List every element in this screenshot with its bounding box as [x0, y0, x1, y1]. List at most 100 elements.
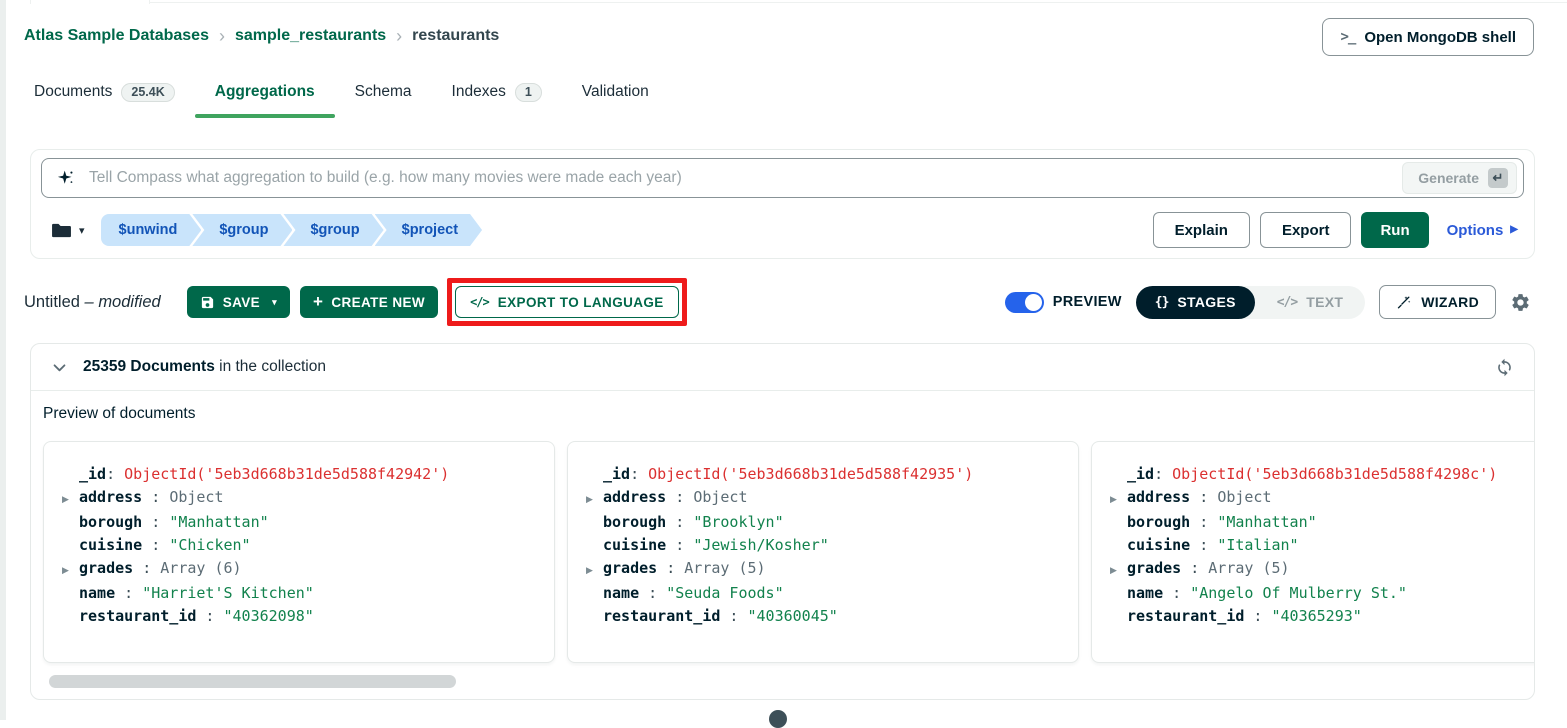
code-icon: </> [1277, 295, 1297, 310]
documents-count-rest: in the collection [215, 358, 326, 375]
field-value: "Manhattan" [169, 513, 268, 531]
wizard-button[interactable]: WIZARD [1379, 285, 1496, 319]
horizontal-scrollbar[interactable] [49, 675, 456, 688]
field-key: grades [1127, 559, 1181, 577]
save-label: SAVE [223, 295, 260, 310]
field-key: borough [1127, 513, 1190, 531]
generate-button[interactable]: Generate ↵ [1402, 162, 1517, 194]
field-value: "Italian" [1217, 536, 1298, 554]
field-separator: : [1181, 559, 1208, 577]
export-to-language-button[interactable]: </> EXPORT TO LANGUAGE [455, 286, 679, 318]
field-key: address [1127, 488, 1190, 506]
generate-label: Generate [1418, 170, 1479, 186]
breadcrumb-item-restaurants[interactable]: restaurants [412, 27, 499, 45]
document-field-row: ▶address : Object [1110, 486, 1535, 511]
create-new-button[interactable]: + CREATE NEW [300, 286, 438, 318]
field-separator: : [142, 513, 169, 531]
tab-label: Schema [355, 83, 412, 101]
expand-caret-icon[interactable]: ▶ [1110, 559, 1127, 582]
refresh-icon[interactable] [1495, 358, 1514, 377]
terminal-icon: >_ [1340, 29, 1355, 45]
expand-caret-icon[interactable]: ▶ [62, 488, 79, 511]
open-mongodb-shell-button[interactable]: >_ Open MongoDB shell [1322, 18, 1534, 56]
stages-segment-label: STAGES [1177, 294, 1235, 310]
document-card: _id: ObjectId('5eb3d668b31de5d588f4298c'… [1091, 441, 1535, 663]
expand-caret-icon[interactable]: ▶ [586, 559, 603, 582]
field-separator: : [666, 536, 693, 554]
field-key: _id [603, 465, 630, 483]
field-value: ObjectId('5eb3d668b31de5d588f42942') [124, 465, 449, 483]
breadcrumb-separator-icon: › [219, 27, 225, 45]
field-key: cuisine [79, 536, 142, 554]
scroll-indicator[interactable] [769, 710, 787, 728]
field-value: Object [1217, 488, 1271, 506]
field-key: restaurant_id [79, 607, 196, 625]
breadcrumb-item-atlas-sample-databases[interactable]: Atlas Sample Databases [24, 27, 209, 45]
document-field-row: ▶address : Object [586, 486, 1078, 511]
settings-gear-icon[interactable] [1510, 292, 1531, 313]
field-value: ObjectId('5eb3d668b31de5d588f4298c') [1172, 465, 1497, 483]
document-field-row: restaurant_id : "40360045" [586, 605, 1078, 628]
document-card: _id: ObjectId('5eb3d668b31de5d588f42935'… [567, 441, 1079, 663]
field-value: Object [693, 488, 747, 506]
expand-caret-icon[interactable]: ▶ [586, 488, 603, 511]
toggle-knob [1025, 294, 1042, 311]
tab-schema[interactable]: Schema [355, 79, 412, 105]
pipeline-stage-unwind[interactable]: $unwind [101, 214, 202, 246]
field-value: "Harriet'S Kitchen" [142, 584, 314, 602]
text-segment-label: TEXT [1306, 294, 1343, 310]
save-button[interactable]: SAVE ▾ [187, 286, 290, 318]
field-key: cuisine [1127, 536, 1190, 554]
tab-documents[interactable]: Documents25.4K [34, 79, 175, 106]
ai-prompt-bar[interactable]: Generate ↵ [41, 158, 1524, 198]
field-key: cuisine [603, 536, 666, 554]
pipeline-name: Untitled – modified [24, 293, 161, 312]
tab-badge: 25.4K [121, 83, 174, 102]
document-field-row: cuisine : "Chicken" [62, 534, 554, 557]
export-button[interactable]: Export [1260, 212, 1352, 248]
field-key: name [79, 584, 115, 602]
text-view-segment[interactable]: </> TEXT [1255, 294, 1365, 310]
ai-prompt-input[interactable] [87, 168, 1390, 188]
pipeline-stage-group[interactable]: $group [192, 214, 292, 246]
explain-button[interactable]: Explain [1153, 212, 1250, 248]
field-separator: : [639, 584, 666, 602]
document-field-row: cuisine : "Jewish/Kosher" [586, 534, 1078, 557]
tab-label: Validation [582, 83, 649, 101]
expand-caret-icon[interactable]: ▶ [1110, 488, 1127, 511]
documents-count-bold: 25359 Documents [83, 358, 215, 375]
expand-caret-icon[interactable]: ▶ [62, 559, 79, 582]
breadcrumb-separator-icon: › [396, 27, 402, 45]
stages-view-segment[interactable]: {} STAGES [1136, 286, 1255, 319]
options-link[interactable]: Options ▶ [1447, 222, 1518, 239]
options-label: Options [1447, 222, 1504, 239]
pipeline-toolbar-card: Generate ↵ ▾ $unwind$group$group$project… [30, 149, 1535, 259]
field-key: address [603, 488, 666, 506]
field-key: borough [603, 513, 666, 531]
field-separator: : [1154, 465, 1172, 483]
preview-toggle[interactable] [1005, 292, 1044, 313]
active-tab-underline [195, 114, 335, 118]
create-new-label: CREATE NEW [331, 295, 425, 310]
field-value: "40365293" [1272, 607, 1362, 625]
field-separator: : [630, 465, 648, 483]
tab-badge: 1 [515, 83, 542, 102]
pipeline-folder-menu[interactable]: ▾ [51, 222, 85, 239]
field-separator: : [1163, 584, 1190, 602]
document-field-row: ▶grades : Array (5) [1110, 557, 1535, 582]
documents-preview-panel: 25359 Documents in the collection Previe… [30, 343, 1535, 700]
field-value: "40362098" [224, 607, 314, 625]
pipeline-stage-group[interactable]: $group [283, 214, 383, 246]
field-separator: : [133, 559, 160, 577]
tab-indexes[interactable]: Indexes1 [452, 79, 542, 106]
collapse-chevron-icon[interactable] [51, 359, 68, 376]
stages-text-segmented-control: {} STAGES </> TEXT [1136, 286, 1365, 319]
export-to-language-label: EXPORT TO LANGUAGE [498, 295, 664, 310]
pipeline-stage-project[interactable]: $project [375, 214, 482, 246]
tab-validation[interactable]: Validation [582, 79, 649, 105]
field-value: "Jewish/Kosher" [693, 536, 828, 554]
breadcrumb-item-sample-restaurants[interactable]: sample_restaurants [235, 27, 386, 45]
tab-aggregations[interactable]: Aggregations [215, 79, 315, 105]
field-separator: : [142, 536, 169, 554]
run-button[interactable]: Run [1361, 212, 1428, 248]
